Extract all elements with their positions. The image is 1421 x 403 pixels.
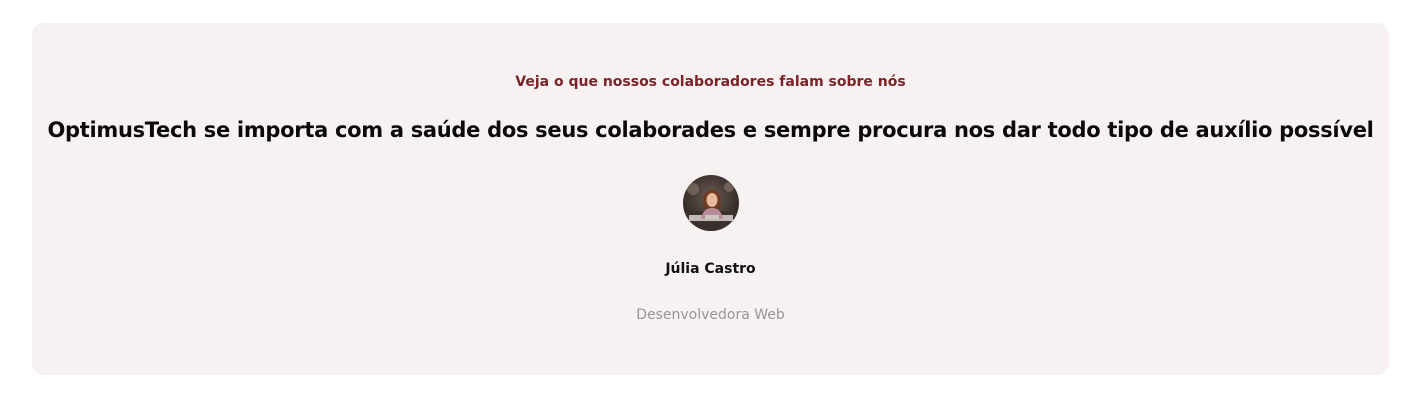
author-name: Júlia Castro: [665, 261, 756, 277]
author-role: Desenvolvedora Web: [636, 307, 785, 323]
avatar-photo: [683, 175, 739, 231]
avatar: [683, 175, 739, 231]
testimonial-card: Veja o que nossos colaboradores falam so…: [32, 23, 1389, 375]
section-eyebrow: Veja o que nossos colaboradores falam so…: [515, 74, 906, 90]
testimonial-quote: OptimusTech se importa com a saúde dos s…: [47, 118, 1374, 142]
